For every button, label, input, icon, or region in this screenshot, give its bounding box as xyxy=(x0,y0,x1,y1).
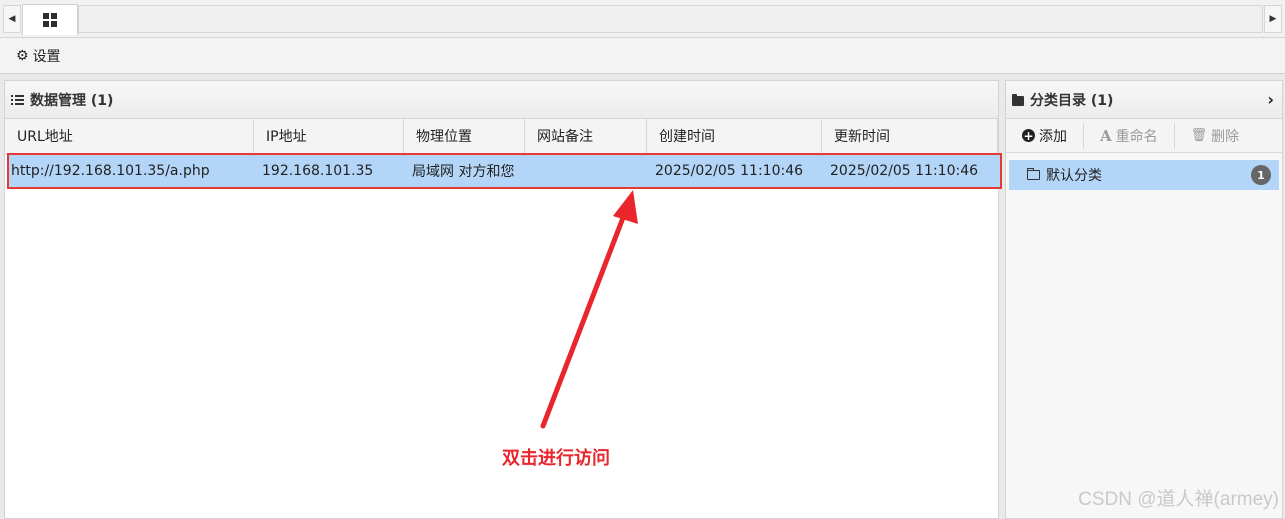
cell-url: http://192.168.101.35/a.php xyxy=(11,163,210,179)
column-header-created[interactable]: 创建时间 xyxy=(647,119,822,155)
category-item[interactable]: 默认分类 1 xyxy=(1009,160,1279,190)
trash-icon: 🗑 xyxy=(1190,128,1208,143)
column-header-location[interactable]: 物理位置 xyxy=(404,119,525,155)
rename-category-label: 重命名 xyxy=(1115,128,1158,145)
delete-category-button[interactable]: 🗑 删除 xyxy=(1175,123,1256,149)
settings-label: 设置 xyxy=(32,48,61,65)
tab-scroll-right-button[interactable]: ▶ xyxy=(1264,5,1282,33)
category-item-label: 默认分类 xyxy=(1046,168,1102,184)
main-toolbar: ⚙ 设置 xyxy=(0,38,1285,74)
watermark: CSDN @道人禅(armey) xyxy=(1078,489,1279,510)
column-header-note[interactable]: 网站备注 xyxy=(525,119,647,155)
tab-scroll-left-button[interactable]: ◀ xyxy=(3,5,21,33)
add-category-label: 添加 xyxy=(1039,128,1067,145)
tab-bar: ◀ ▶ xyxy=(0,0,1285,38)
cell-ip: 192.168.101.35 xyxy=(262,163,374,179)
cell-location: 局域网 对方和您 xyxy=(412,164,515,180)
add-category-button[interactable]: + 添加 xyxy=(1006,122,1084,149)
tab-strip xyxy=(78,5,1263,33)
rename-category-button[interactable]: A 重命名 xyxy=(1084,122,1175,149)
cell-updated: 2025/02/05 11:10:46 xyxy=(830,163,979,179)
plus-circle-icon: + xyxy=(1022,128,1035,143)
data-panel-title: 数据管理 (1) xyxy=(30,92,114,109)
count-badge: 1 xyxy=(1251,165,1271,185)
category-panel-header: 分类目录 (1) › xyxy=(1006,81,1282,119)
column-header-url[interactable]: URL地址 xyxy=(5,119,254,155)
cell-created: 2025/02/05 11:10:46 xyxy=(655,163,804,179)
settings-button[interactable]: ⚙ 设置 xyxy=(16,46,61,66)
category-toolbar: + 添加 A 重命名 🗑 删除 xyxy=(1006,119,1282,153)
folder-outline-icon xyxy=(1027,168,1040,180)
data-panel-header: 数据管理 (1) xyxy=(5,81,998,119)
folder-icon xyxy=(1012,93,1024,106)
category-panel-title: 分类目录 (1) xyxy=(1030,92,1114,109)
category-panel: 分类目录 (1) › + 添加 A 重命名 🗑 删除 默认分类 1 xyxy=(1005,80,1283,519)
tab-home[interactable] xyxy=(22,4,78,35)
list-icon xyxy=(11,94,24,105)
delete-category-label: 删除 xyxy=(1211,128,1240,145)
table-header: URL地址 IP地址 物理位置 网站备注 创建时间 更新时间 xyxy=(5,119,998,155)
font-icon: A xyxy=(1100,126,1112,145)
column-header-ip[interactable]: IP地址 xyxy=(254,119,404,155)
gear-icon: ⚙ xyxy=(16,47,29,64)
grid-icon xyxy=(43,13,57,27)
annotation-text: 双击进行访问 xyxy=(502,448,610,469)
table-row[interactable]: http://192.168.101.35/a.php 192.168.101.… xyxy=(7,153,1002,189)
chevron-right-icon[interactable]: › xyxy=(1267,90,1274,109)
column-header-updated[interactable]: 更新时间 xyxy=(822,119,998,155)
